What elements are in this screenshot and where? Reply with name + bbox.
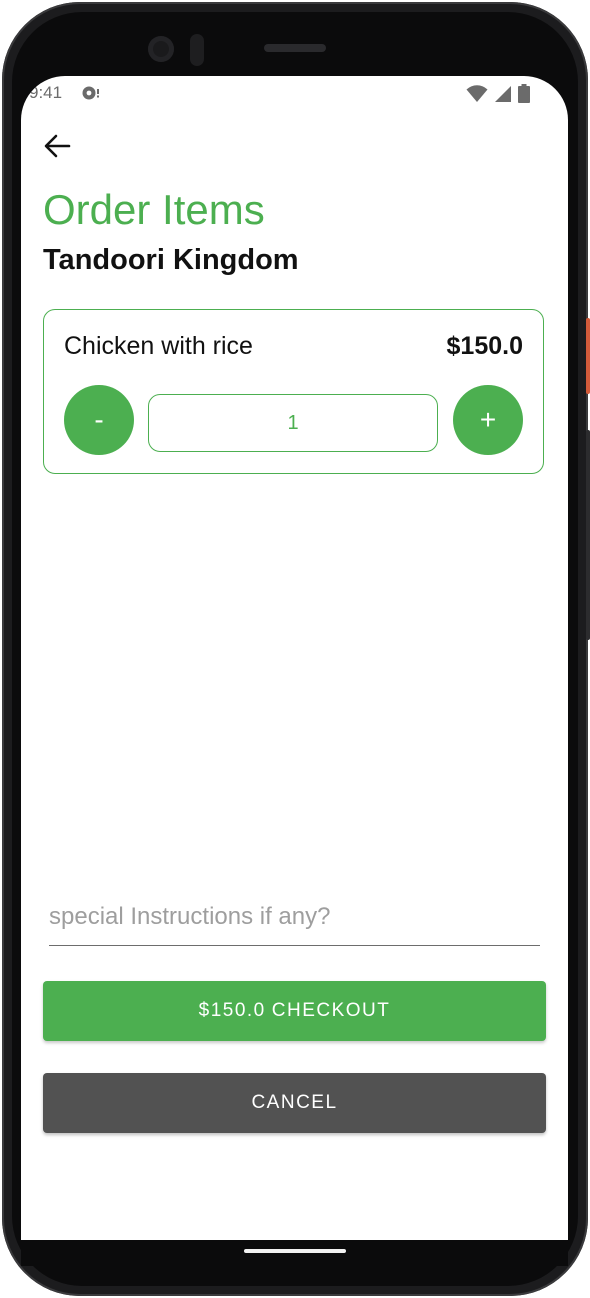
battery-icon xyxy=(518,84,530,108)
status-bar: 9:41 xyxy=(21,76,568,110)
arrow-back-icon xyxy=(43,134,71,163)
app-screen: 9:41 Order Items Tandoori Kingdom Chicke… xyxy=(21,76,568,1240)
page-title: Order Items xyxy=(43,186,265,233)
proximity-sensor xyxy=(190,34,204,66)
checkout-button[interactable]: $150.0 CHECKOUT xyxy=(43,981,546,1041)
volume-button xyxy=(586,430,590,640)
restaurant-name: Tandoori Kingdom xyxy=(43,244,299,276)
notification-icon xyxy=(81,85,101,106)
increment-quantity-button[interactable]: + xyxy=(453,385,523,455)
home-indicator[interactable] xyxy=(244,1249,346,1253)
quantity-field[interactable] xyxy=(148,394,438,452)
phone-device: 9:41 Order Items Tandoori Kingdom Chicke… xyxy=(0,0,590,1298)
wifi-icon xyxy=(466,85,488,108)
checkout-price: $150.0 xyxy=(198,1000,266,1021)
navigation-bar xyxy=(21,1240,568,1266)
checkout-label: CHECKOUT xyxy=(271,1000,391,1021)
earpiece-speaker xyxy=(264,44,326,52)
status-time: 9:41 xyxy=(29,83,63,102)
cellular-icon xyxy=(494,85,512,108)
cancel-button[interactable]: CANCEL xyxy=(43,1073,546,1133)
cart-item-card: Chicken with rice $150.0 - + xyxy=(43,309,544,474)
special-instructions-input[interactable] xyxy=(49,889,540,946)
front-camera xyxy=(148,36,174,62)
item-name: Chicken with rice xyxy=(64,332,253,360)
decrement-quantity-button[interactable]: - xyxy=(64,385,134,455)
item-price: $150.0 xyxy=(446,332,523,360)
status-icons xyxy=(466,84,530,108)
back-button[interactable] xyxy=(41,132,73,164)
power-button xyxy=(586,318,590,394)
